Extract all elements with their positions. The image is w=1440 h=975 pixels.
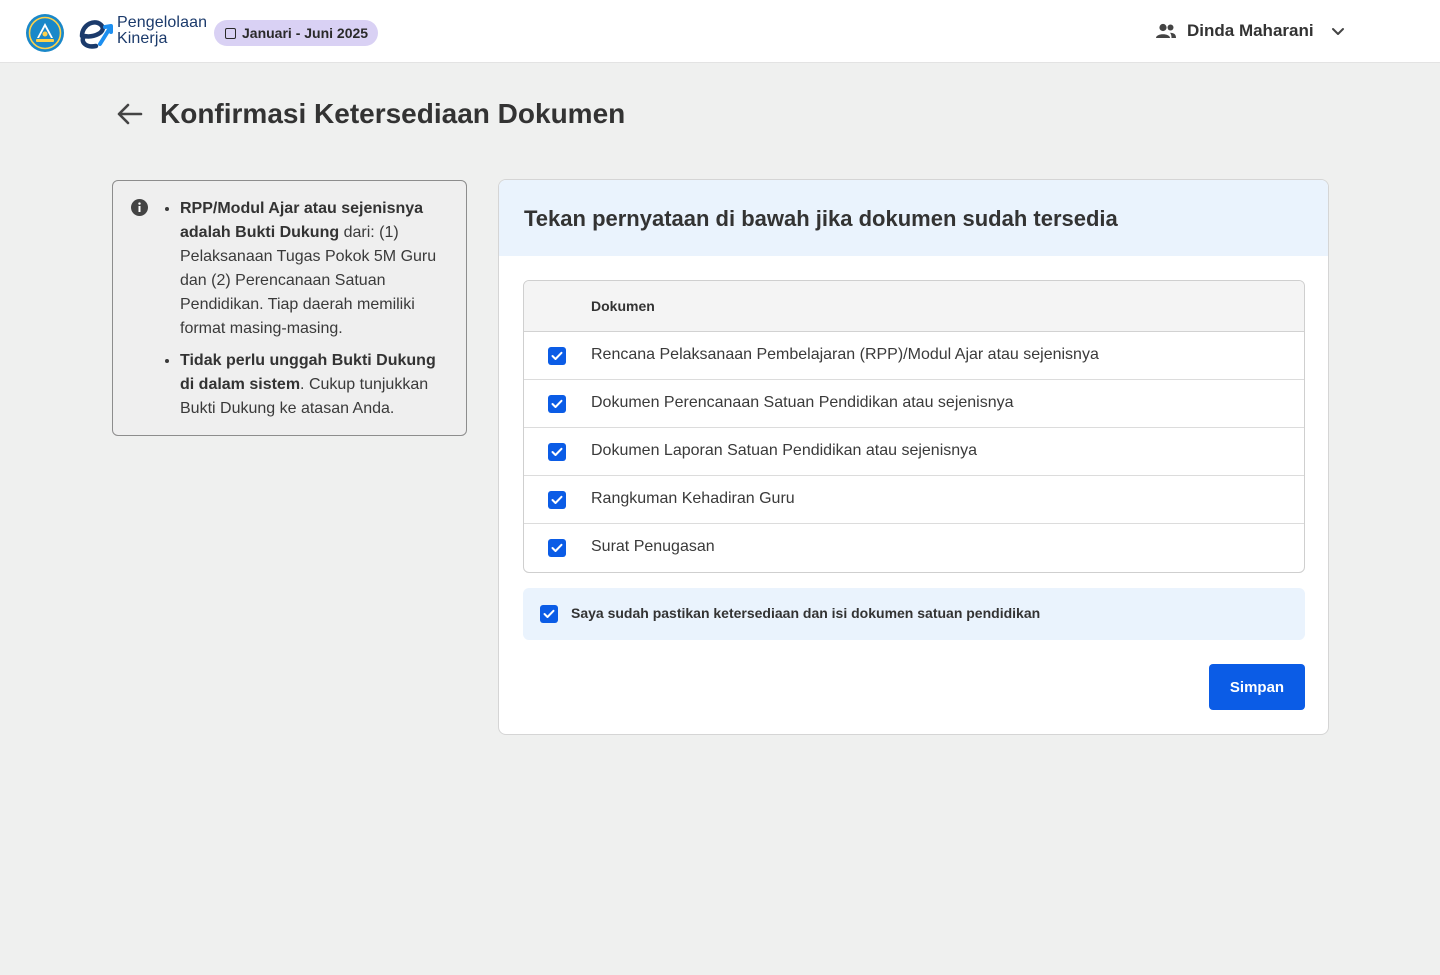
card-header: Tekan pernyataan di bawah jika dokumen s… [499, 180, 1328, 256]
info-item: RPP/Modul Ajar atau sejenisnya adalah Bu… [180, 197, 450, 341]
document-label: Surat Penugasan [591, 538, 715, 555]
document-label: Dokumen Laporan Satuan Pendidikan atau s… [591, 442, 978, 459]
checkmark-icon [551, 495, 563, 504]
confirmation-checkbox[interactable] [540, 605, 558, 623]
document-checkbox[interactable] [548, 443, 566, 461]
document-checkbox[interactable] [548, 347, 566, 365]
app-logo-icon[interactable] [76, 14, 120, 50]
table-header: Dokumen [524, 281, 1304, 332]
checkmark-icon [551, 399, 563, 408]
checkmark-icon [543, 609, 555, 618]
card-title: Tekan pernyataan di bawah jika dokumen s… [524, 206, 1118, 231]
user-name: Dinda Maharani [1187, 21, 1314, 40]
checkmark-icon [551, 447, 563, 456]
column-header-dokumen: Dokumen [591, 298, 655, 314]
table-row[interactable]: Rangkuman Kehadiran Guru [524, 476, 1304, 524]
document-label: Dokumen Perencanaan Satuan Pendidikan at… [591, 394, 1014, 411]
document-checkbox[interactable] [548, 539, 566, 557]
save-button[interactable]: Simpan [1209, 664, 1305, 710]
document-label: Rencana Pelaksanaan Pembelajaran (RPP)/M… [591, 346, 1099, 363]
back-arrow-icon[interactable] [114, 98, 146, 130]
chevron-down-icon [1331, 28, 1344, 35]
info-list: RPP/Modul Ajar atau sejenisnya adalah Bu… [180, 197, 450, 429]
confirmation-row[interactable]: Saya sudah pastikan ketersediaan dan isi… [523, 588, 1305, 640]
app-name-line2: Kinerja [117, 30, 168, 47]
period-badge[interactable]: Januari - Juni 2025 [214, 20, 379, 46]
info-icon [131, 199, 148, 216]
table-row[interactable]: Rencana Pelaksanaan Pembelajaran (RPP)/M… [524, 332, 1304, 380]
document-checkbox[interactable] [548, 491, 566, 509]
info-item: Tidak perlu unggah Bukti Dukung di dalam… [180, 349, 450, 421]
confirmation-label: Saya sudah pastikan ketersediaan dan isi… [571, 605, 1041, 621]
app-name: Pengelolaan Kinerja [117, 15, 207, 47]
page-title: Konfirmasi Ketersediaan Dokumen [160, 98, 626, 129]
table-row[interactable]: Dokumen Laporan Satuan Pendidikan atau s… [524, 428, 1304, 476]
document-label: Rangkuman Kehadiran Guru [591, 490, 795, 507]
users-icon [1156, 23, 1176, 38]
info-panel: RPP/Modul Ajar atau sejenisnya adalah Bu… [112, 180, 467, 436]
top-navbar: Pengelolaan Kinerja Januari - Juni 2025 … [0, 0, 1440, 63]
kemendikbud-logo[interactable] [25, 13, 65, 53]
period-label: Januari - Juni 2025 [242, 25, 369, 41]
table-row[interactable]: Surat Penugasan [524, 524, 1304, 572]
user-menu[interactable]: Dinda Maharani [1155, 17, 1350, 45]
document-checkbox[interactable] [548, 395, 566, 413]
table-row[interactable]: Dokumen Perencanaan Satuan Pendidikan at… [524, 380, 1304, 428]
document-confirmation-card: Tekan pernyataan di bawah jika dokumen s… [498, 179, 1329, 735]
document-table: Dokumen Rencana Pelaksanaan Pembelajaran… [523, 280, 1305, 573]
checkmark-icon [551, 543, 563, 552]
square-icon [225, 27, 236, 39]
app-name-line1: Pengelolaan [117, 14, 208, 31]
checkmark-icon [551, 351, 563, 360]
